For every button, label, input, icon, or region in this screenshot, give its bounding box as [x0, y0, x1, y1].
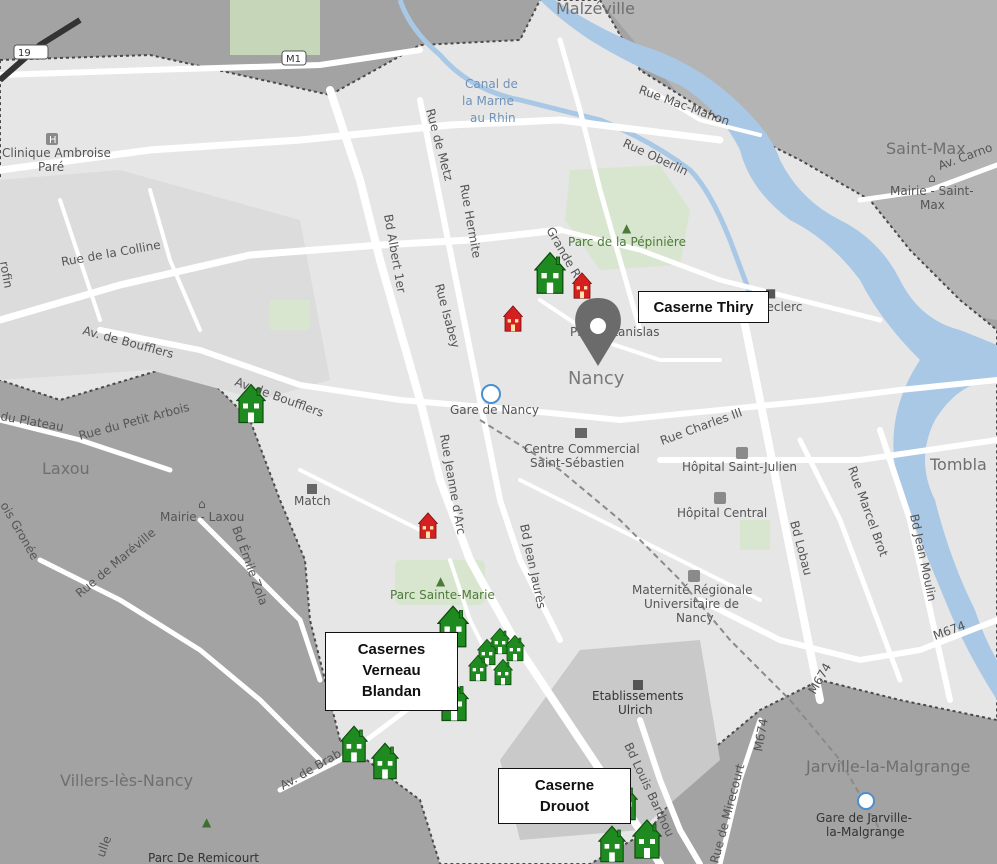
place-saint-max: Saint-Max — [886, 139, 966, 158]
poi-maternite-2: Universitaire de — [644, 597, 739, 611]
town-hall-icon-laxou: ⌂ — [198, 497, 206, 511]
poi-ulrich-1: Etablissements — [592, 689, 683, 703]
shop-icon-centre — [575, 428, 587, 438]
callout-verneau-line-1: Casernes — [357, 641, 426, 658]
place-malzeville: Malzéville — [556, 0, 635, 18]
park-small-1 — [270, 300, 310, 330]
map-canvas[interactable]: 19 M1 Rue de Metz Rue Hermite Bd Albert … — [0, 0, 997, 864]
place-jarville: Jarville-la-Malgrange — [805, 757, 970, 776]
poi-match: Match — [294, 494, 331, 508]
poi-maternite-1: Maternité Régionale — [632, 583, 753, 597]
poi-canal-1: Canal de — [465, 77, 518, 91]
train-station-icon-jarville — [857, 792, 875, 810]
callout-caserne-drouot: Caserne Drouot — [498, 768, 631, 824]
park-north — [230, 0, 320, 55]
poi-canal-3: au Rhin — [470, 111, 516, 125]
train-station-icon — [481, 384, 501, 404]
poi-mairie-laxou: Mairie - Laxou — [160, 510, 244, 524]
callout-drouot-line-2: Drouot — [539, 798, 590, 815]
poi-gare: Gare de Nancy — [450, 403, 539, 417]
callout-casernes-verneau-blandan: Casernes Verneau Blandan — [325, 632, 458, 711]
poi-parc-remicourt: Parc De Remicourt — [148, 851, 259, 864]
park-small-2 — [740, 520, 770, 550]
callout-verneau-line-3: Blandan — [361, 683, 422, 700]
callout-caserne-thiry: Caserne Thiry — [638, 291, 769, 323]
hospital-icon-glyph: H — [49, 135, 57, 146]
town-hall-icon: ⌂ — [928, 171, 936, 185]
map-view[interactable]: 19 M1 Rue de Metz Rue Hermite Bd Albert … — [0, 0, 997, 864]
poi-parc-sainte-marie: Parc Sainte-Marie — [390, 588, 495, 602]
poi-canal-2: la Marne — [462, 94, 514, 108]
poi-hopital-saint-julien: Hôpital Saint-Julien — [682, 460, 797, 474]
label-m1: M1 — [286, 54, 301, 65]
poi-mairie-saint-max-1: Mairie - Saint- — [890, 184, 974, 198]
poi-centre-1: Centre Commercial — [524, 442, 640, 456]
callout-verneau-line-2: Verneau — [362, 662, 421, 679]
poi-maternite-3: Nancy — [676, 611, 714, 625]
poi-ulrich-2: Ulrich — [618, 703, 653, 717]
poi-gare-jarville-1: Gare de Jarville- — [816, 811, 912, 825]
place-nancy: Nancy — [568, 368, 625, 389]
label-n19: 19 — [18, 48, 31, 59]
poi-mairie-saint-max-2: Max — [920, 198, 945, 212]
poi-centre-2: Saint-Sébastien — [530, 456, 624, 470]
poi-clinique-2: Paré — [38, 160, 64, 174]
hospital-icon-maternite — [688, 570, 700, 582]
hospital-icon-saint-julien — [736, 447, 748, 459]
poi-clinique-1: Clinique Ambroise — [2, 146, 111, 160]
place-villers: Villers-lès-Nancy — [60, 771, 193, 790]
place-laxou: Laxou — [42, 459, 90, 478]
tree-icon-sainte-marie: ▲ — [436, 574, 446, 588]
poi-hopital-central: Hôpital Central — [677, 506, 767, 520]
callout-thiry-line-1: Caserne Thiry — [653, 299, 754, 316]
poi-gare-jarville-2: la-Malgrange — [826, 825, 905, 839]
tree-icon-pepiniere: ▲ — [622, 221, 632, 235]
poi-pepiniere: Parc de la Pépinière — [568, 235, 686, 249]
tree-icon-remicourt: ▲ — [202, 815, 212, 829]
shop-icon-match — [307, 484, 317, 494]
place-tomblaine: Tombla — [929, 455, 987, 474]
hospital-icon-central — [714, 492, 726, 504]
callout-drouot-line-1: Caserne — [534, 777, 595, 794]
